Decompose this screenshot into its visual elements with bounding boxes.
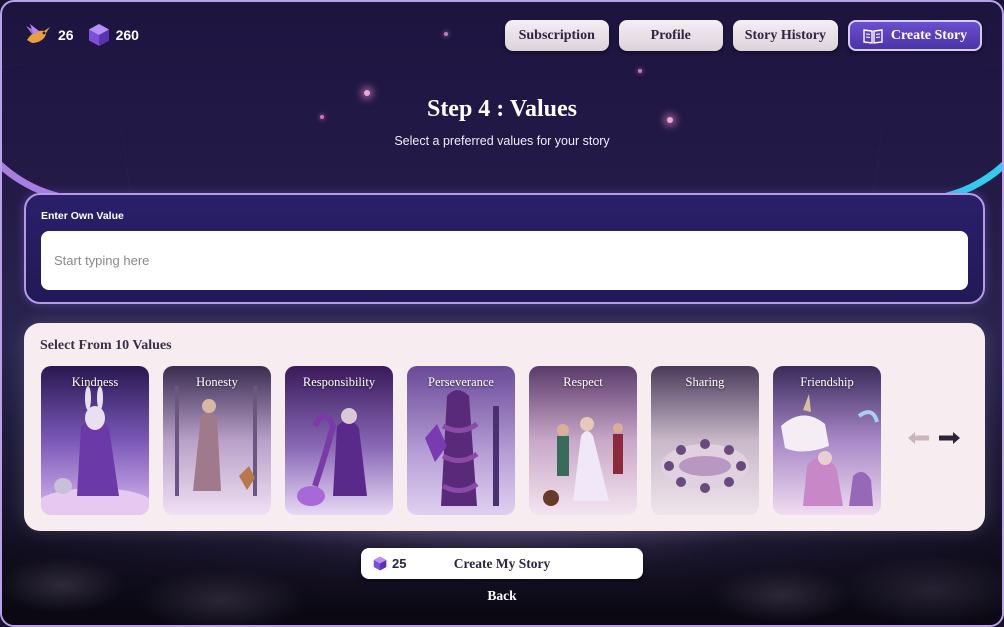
value-card-label: Kindness — [71, 375, 119, 389]
value-card-respect[interactable]: Respect — [529, 366, 637, 515]
value-card-honesty[interactable]: Honesty — [163, 366, 271, 515]
carousel-arrows — [907, 431, 961, 445]
own-value-panel: Enter Own Value — [24, 193, 985, 304]
values-title: Select From 10 Values — [40, 338, 172, 353]
value-card-kindness[interactable]: Kindness — [41, 366, 149, 515]
arrow-left-icon[interactable] — [907, 431, 931, 445]
value-card-responsibility[interactable]: Responsibility — [285, 366, 393, 515]
create-my-story-button[interactable]: 25 Create My Story — [361, 548, 643, 579]
arrow-right-icon[interactable] — [937, 431, 961, 445]
story-history-button[interactable]: Story History — [732, 20, 838, 51]
page-subtitle: Select a preferred values for your story — [394, 134, 610, 148]
currency-stats: 26 260 — [24, 22, 139, 48]
value-card-label: Perseverance — [428, 375, 494, 389]
value-cards: Kindness Honesty Responsibility Persever… — [41, 366, 881, 515]
value-card-friendship[interactable]: Friendship — [773, 366, 881, 515]
subscription-button[interactable]: Subscription — [504, 20, 609, 51]
back-link[interactable]: Back — [2, 588, 1002, 604]
create-story-label: Create Story — [890, 27, 968, 43]
gem-stat: 260 — [88, 23, 139, 47]
app-frame: 26 260 Subscription Profile Story Histor… — [0, 0, 1004, 627]
cta-label: Create My Story — [453, 555, 551, 571]
sparkle — [444, 32, 448, 36]
value-card-sharing[interactable]: Sharing — [651, 366, 759, 515]
create-story-button[interactable]: Create Story — [848, 20, 982, 51]
bird-count: 26 — [58, 27, 74, 43]
gem-count: 260 — [115, 27, 139, 43]
bird-stat: 26 — [24, 22, 74, 48]
own-value-label: Enter Own Value — [41, 210, 124, 222]
value-card-label: Honesty — [196, 375, 238, 389]
value-card-label: Friendship — [800, 375, 854, 389]
profile-button[interactable]: Profile — [618, 20, 723, 51]
page-title: Step 4 : Values — [426, 96, 578, 122]
bird-icon — [26, 24, 50, 43]
top-nav: Subscription Profile Story History Creat… — [504, 20, 982, 51]
value-card-label: Respect — [563, 375, 603, 389]
value-card-perseverance[interactable]: Perseverance — [407, 366, 515, 515]
value-card-label: Responsibility — [302, 375, 376, 389]
gem-icon — [88, 24, 109, 46]
values-panel: Select From 10 Values Kindness Honesty R… — [24, 323, 985, 531]
book-icon — [863, 28, 883, 44]
sparkle — [638, 69, 642, 73]
value-card-label: Sharing — [685, 375, 725, 389]
own-value-input[interactable] — [41, 231, 968, 290]
